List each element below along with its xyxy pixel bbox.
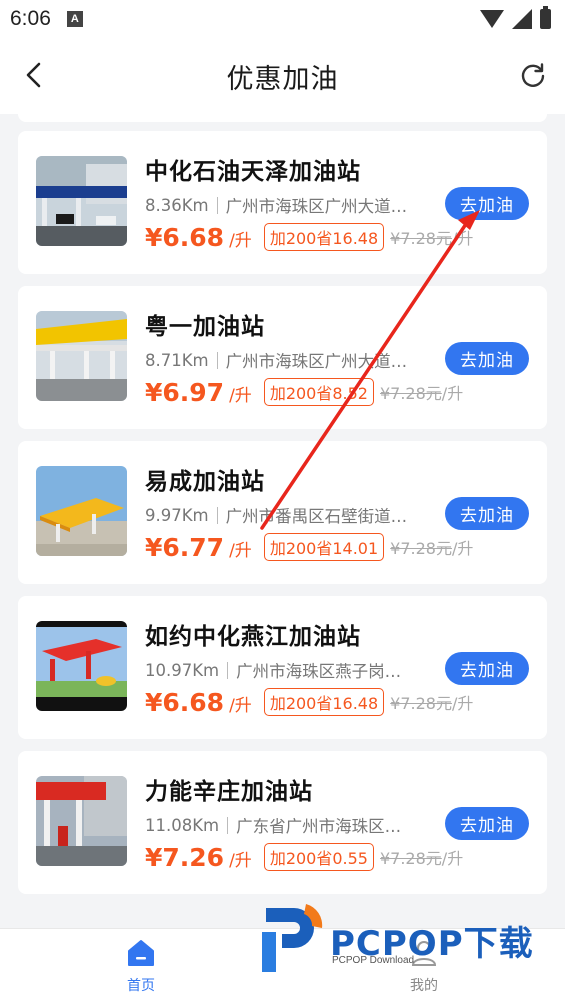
price-row: ¥6.77 /升 加200省14.01 ¥7.28元/升 [145, 533, 473, 563]
station-photo [36, 156, 127, 246]
original-price-unit: /升 [451, 539, 474, 558]
promo-badge: 加200省0.55 [263, 843, 374, 871]
station-meta: 11.08Km 广东省广州市海珠区… [145, 813, 401, 837]
price-row: ¥6.68 /升 加200省16.48 ¥7.28元/升 [145, 688, 473, 718]
promo-badge: 加200省14.01 [263, 533, 385, 561]
price-unit: /升 [229, 851, 252, 871]
station-name: 易成加油站 [145, 469, 265, 495]
station-card[interactable]: 力能辛庄加油站 11.08Km 广东省广州市海珠区… ¥7.26 /升 加200… [18, 751, 547, 894]
user-icon [411, 941, 437, 966]
price-row: ¥6.97 /升 加200省8.52 ¥7.28元/升 [145, 378, 463, 408]
station-meta: 8.71Km 广州市海珠区广州大道… [145, 348, 407, 372]
wifi-icon [480, 10, 504, 28]
station-distance: 8.36Km [145, 195, 209, 215]
station-name: 粤一加油站 [145, 314, 265, 340]
divider [216, 196, 218, 214]
divider [216, 506, 218, 524]
station-photo [36, 621, 127, 711]
original-price-value: ¥7.28元 [390, 229, 452, 248]
station-distance: 9.97Km [145, 505, 209, 525]
original-price-value: ¥7.28元 [390, 694, 452, 713]
discount-price: ¥6.97 [145, 378, 225, 407]
station-card[interactable]: 如约中化燕江加油站 10.97Km 广州市海珠区燕子岗… ¥6.68 /升 加2… [18, 596, 547, 739]
signal-icon [512, 9, 532, 29]
page-title: 优惠加油 [226, 63, 339, 95]
original-price-unit: /升 [441, 849, 464, 868]
discount-price: ¥6.77 [145, 533, 225, 562]
station-list: 中化石油天泽加油站 8.36Km 广州市海珠区广州大道… ¥6.68 /升 加2… [18, 114, 547, 906]
discount-price: ¥6.68 [145, 223, 225, 252]
original-price: ¥7.28元/升 [380, 380, 463, 404]
promo-badge: 加200省8.52 [263, 378, 374, 406]
price-unit: /升 [229, 696, 252, 716]
app-header: 优惠加油 [0, 38, 565, 114]
station-distance: 11.08Km [145, 815, 220, 835]
refresh-icon[interactable] [519, 62, 547, 90]
station-address: 广州市海珠区燕子岗… [236, 662, 402, 681]
tab-home-label: 首页 [127, 978, 155, 994]
station-meta: 9.97Km 广州市番禺区石壁街道… [145, 503, 407, 527]
station-address: 广州市番禺区石壁街道… [225, 507, 408, 526]
home-icon [128, 940, 154, 966]
price-unit: /升 [229, 231, 252, 251]
battery-icon [540, 6, 551, 29]
tab-home[interactable]: 首页 [91, 929, 191, 1004]
original-price-unit: /升 [441, 384, 464, 403]
refuel-button[interactable]: 去加油 [445, 807, 529, 840]
status-bar: 6:06 A [0, 0, 565, 38]
original-price-value: ¥7.28元 [390, 539, 452, 558]
price-row: ¥7.26 /升 加200省0.55 ¥7.28元/升 [145, 843, 463, 873]
price-unit: /升 [229, 541, 252, 561]
original-price: ¥7.28元/升 [390, 690, 473, 714]
station-meta: 8.36Km 广州市海珠区广州大道… [145, 193, 407, 217]
station-meta: 10.97Km 广州市海珠区燕子岗… [145, 658, 401, 682]
station-name: 中化石油天泽加油站 [145, 159, 361, 185]
original-price: ¥7.28元/升 [380, 845, 463, 869]
divider [227, 661, 229, 679]
station-distance: 8.71Km [145, 350, 209, 370]
original-price-value: ¥7.28元 [379, 849, 442, 868]
refuel-button[interactable]: 去加油 [445, 187, 529, 220]
promo-badge: 加200省16.48 [263, 688, 385, 716]
station-photo [36, 776, 127, 866]
station-distance: 10.97Km [145, 660, 220, 680]
refuel-button[interactable]: 去加油 [445, 497, 529, 530]
station-address: 广东省广州市海珠区… [236, 817, 402, 836]
status-time: 6:06 [10, 7, 51, 30]
original-price-unit: /升 [451, 229, 474, 248]
original-price: ¥7.28元/升 [390, 535, 473, 559]
station-photo [36, 466, 127, 556]
original-price-value: ¥7.28元 [379, 384, 442, 403]
notification-icon: A [66, 11, 83, 27]
previous-card-edge [18, 114, 547, 122]
divider [227, 816, 229, 834]
station-photo [36, 311, 127, 401]
station-card[interactable]: 易成加油站 9.97Km 广州市番禺区石壁街道… ¥6.77 /升 加200省1… [18, 441, 547, 584]
station-card[interactable]: 粤一加油站 8.71Km 广州市海珠区广州大道… ¥6.97 /升 加200省8… [18, 286, 547, 429]
bottom-tab-bar: 首页 我的 [0, 928, 565, 1004]
refuel-button[interactable]: 去加油 [445, 652, 529, 685]
price-unit: /升 [229, 386, 252, 406]
refuel-button[interactable]: 去加油 [445, 342, 529, 375]
station-card[interactable]: 中化石油天泽加油站 8.36Km 广州市海珠区广州大道… ¥6.68 /升 加2… [18, 131, 547, 274]
promo-badge: 加200省16.48 [263, 223, 385, 251]
tab-mine-label: 我的 [410, 978, 438, 994]
original-price-unit: /升 [451, 694, 474, 713]
price-row: ¥6.68 /升 加200省16.48 ¥7.28元/升 [145, 223, 473, 253]
status-icons [480, 6, 551, 29]
discount-price: ¥7.26 [145, 843, 225, 872]
original-price: ¥7.28元/升 [390, 225, 473, 249]
divider [216, 351, 218, 369]
chevron-left-icon[interactable] [24, 62, 46, 88]
discount-price: ¥6.68 [145, 688, 225, 717]
station-name: 如约中化燕江加油站 [145, 624, 361, 650]
station-address: 广州市海珠区广州大道… [225, 197, 408, 216]
station-address: 广州市海珠区广州大道… [225, 352, 408, 371]
station-name: 力能辛庄加油站 [145, 779, 313, 805]
tab-mine[interactable]: 我的 [374, 929, 474, 1004]
